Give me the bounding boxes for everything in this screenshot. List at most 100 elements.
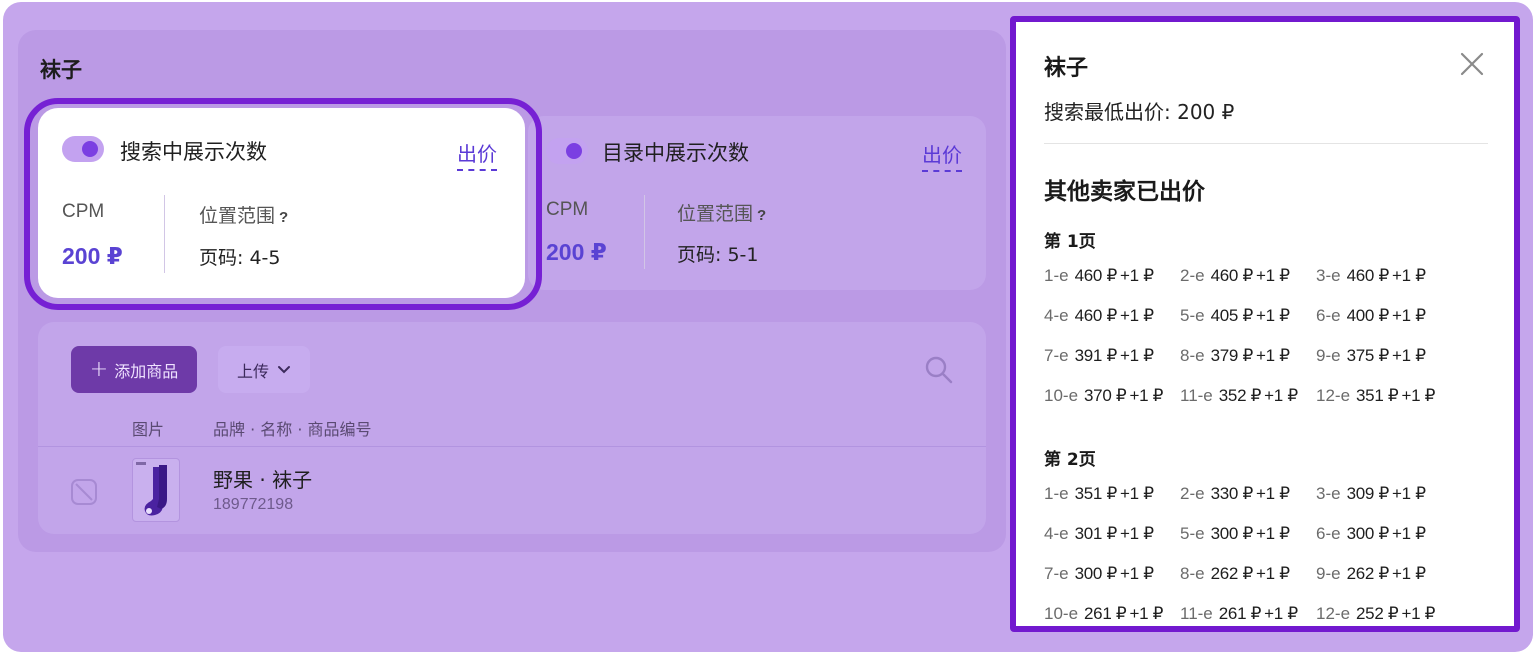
bid-inc: +1 ₽: [1391, 524, 1426, 543]
catalog-toggle[interactable]: [546, 138, 588, 164]
bid-entry[interactable]: 8-e 379 ₽ +1 ₽: [1180, 346, 1290, 366]
bid-amount: 460 ₽: [1074, 266, 1118, 285]
search-icon[interactable]: [924, 355, 954, 385]
bid-inc: +1 ₽: [1119, 484, 1154, 503]
bid-amount: 400 ₽: [1346, 306, 1390, 325]
bid-entry[interactable]: 9-e 375 ₽ +1 ₽: [1316, 346, 1426, 366]
catalog-card-label: 目录中展示次数: [602, 141, 749, 165]
bid-inc: +1 ₽: [1119, 346, 1154, 365]
bid-entry[interactable]: 10-e 261 ₽ +1 ₽: [1044, 604, 1163, 624]
search-position-value: 页码: 4-5: [199, 247, 281, 269]
search-position-label: 位置范围?: [199, 201, 288, 228]
bid-entry[interactable]: 7-e 300 ₽ +1 ₽: [1044, 564, 1154, 584]
bid-amount: 300 ₽: [1346, 524, 1390, 543]
column-header-image: 图片: [132, 420, 165, 439]
chevron-down-icon: [278, 365, 290, 373]
bid-inc: +1 ₽: [1401, 604, 1436, 623]
bid-entry[interactable]: 3-e 309 ₽ +1 ₽: [1316, 484, 1426, 504]
bid-entry[interactable]: 12-e 351 ₽ +1 ₽: [1316, 386, 1435, 406]
search-cpm-label: CPM: [62, 201, 105, 222]
bid-entry[interactable]: 11-e 261 ₽ +1 ₽: [1180, 604, 1298, 624]
search-toggle[interactable]: [62, 136, 104, 162]
bid-amount: 460 ₽: [1346, 266, 1390, 285]
search-divider: [164, 195, 165, 273]
bid-pos: 5-e: [1180, 524, 1205, 543]
product-name[interactable]: 野果 · 袜子: [213, 464, 312, 493]
help-icon[interactable]: ?: [279, 209, 288, 226]
catalog-cpm-label: CPM: [546, 199, 589, 220]
bid-pos: 6-e: [1316, 306, 1341, 325]
bid-amount: 460 ₽: [1210, 266, 1254, 285]
bid-entry[interactable]: 9-e 262 ₽ +1 ₽: [1316, 564, 1426, 584]
bid-entry[interactable]: 8-e 262 ₽ +1 ₽: [1180, 564, 1290, 584]
bid-entry[interactable]: 6-e 300 ₽ +1 ₽: [1316, 524, 1426, 544]
search-bid-link[interactable]: 出价: [457, 138, 497, 171]
bid-entry[interactable]: 7-e 391 ₽ +1 ₽: [1044, 346, 1154, 366]
bid-entry[interactable]: 1-e 351 ₽ +1 ₽: [1044, 484, 1154, 504]
bid-entry[interactable]: 3-e 460 ₽ +1 ₽: [1316, 266, 1426, 286]
bid-amount: 379 ₽: [1210, 346, 1254, 365]
bid-entry[interactable]: 1-e 460 ₽ +1 ₽: [1044, 266, 1154, 286]
bid-amount: 309 ₽: [1346, 484, 1390, 503]
bid-inc: +1 ₽: [1255, 346, 1290, 365]
bid-entry[interactable]: 5-e 300 ₽ +1 ₽: [1180, 524, 1290, 544]
help-icon[interactable]: ?: [757, 207, 766, 224]
bid-inc: +1 ₽: [1255, 484, 1290, 503]
bid-inc: +1 ₽: [1391, 266, 1426, 285]
catalog-position-value: 页码: 5-1: [677, 244, 759, 266]
bid-amount: 252 ₽: [1356, 604, 1399, 623]
checkbox-disabled-icon[interactable]: [70, 478, 98, 506]
plus-icon: +: [89, 357, 109, 382]
search-cpm-value: 200 ₽: [62, 243, 123, 269]
bid-pos: 8-e: [1180, 346, 1205, 365]
sock-image: [136, 462, 167, 516]
bid-entry[interactable]: 2-e 460 ₽ +1 ₽: [1180, 266, 1290, 286]
bid-amount: 301 ₽: [1074, 524, 1118, 543]
bid-amount: 391 ₽: [1074, 346, 1118, 365]
bid-entry[interactable]: 4-e 460 ₽ +1 ₽: [1044, 306, 1154, 326]
bid-amount: 261 ₽: [1218, 604, 1262, 623]
bid-amount: 330 ₽: [1210, 484, 1254, 503]
section-title: 袜子: [40, 58, 82, 82]
column-header-brand: 品牌 · 名称 · 商品编号: [213, 420, 372, 439]
bid-entry[interactable]: 10-e 370 ₽ +1 ₽: [1044, 386, 1163, 406]
bid-inc: +1 ₽: [1119, 266, 1154, 285]
bid-pos: 1-e: [1044, 266, 1069, 285]
bid-entry[interactable]: 2-e 330 ₽ +1 ₽: [1180, 484, 1290, 504]
bid-pos: 1-e: [1044, 484, 1069, 503]
bid-pos: 12-e: [1316, 386, 1351, 405]
bids-drawer: 袜子 搜索最低出价: 200 ₽ 其他卖家已出价 第 1页 1-e 460 ₽ +1…: [1010, 16, 1520, 632]
bid-pos: 12-e: [1316, 604, 1351, 623]
bid-entry[interactable]: 11-e 352 ₽ +1 ₽: [1180, 386, 1298, 406]
bid-amount: 460 ₽: [1074, 306, 1118, 325]
add-product-button[interactable]: + 添加商品: [71, 346, 197, 393]
bid-inc: +1 ₽: [1255, 306, 1290, 325]
search-position-label-text: 位置范围: [199, 206, 276, 227]
bid-pos: 8-e: [1180, 564, 1205, 583]
catalog-cpm-value: 200 ₽: [546, 239, 607, 265]
upload-button[interactable]: 上传: [218, 346, 310, 393]
product-id: 189772198: [213, 496, 294, 513]
bid-pos: 11-e: [1180, 604, 1213, 623]
other-sellers-title: 其他卖家已出价: [1044, 179, 1205, 205]
bid-amount: 261 ₽: [1084, 604, 1127, 623]
bid-inc: +1 ₽: [1255, 524, 1290, 543]
bid-amount: 375 ₽: [1346, 346, 1390, 365]
bid-amount: 405 ₽: [1210, 306, 1254, 325]
bid-inc: +1 ₽: [1119, 306, 1154, 325]
catalog-position-label-text: 位置范围: [677, 204, 754, 225]
bid-entry[interactable]: 4-e 301 ₽ +1 ₽: [1044, 524, 1154, 544]
min-bid-text: 搜索最低出价: 200 ₽: [1044, 100, 1235, 124]
bid-amount: 262 ₽: [1210, 564, 1254, 583]
bid-pos: 9-e: [1316, 346, 1341, 365]
close-icon[interactable]: [1458, 50, 1486, 78]
bid-entry[interactable]: 6-e 400 ₽ +1 ₽: [1316, 306, 1426, 326]
catalog-divider: [644, 195, 645, 269]
bid-pos: 5-e: [1180, 306, 1205, 325]
drawer-title: 袜子: [1044, 56, 1089, 81]
catalog-bid-link[interactable]: 出价: [922, 139, 962, 172]
bid-entry[interactable]: 5-e 405 ₽ +1 ₽: [1180, 306, 1290, 326]
bid-inc: +1 ₽: [1255, 564, 1290, 583]
bid-entry[interactable]: 12-e 252 ₽ +1 ₽: [1316, 604, 1435, 624]
bid-inc: +1 ₽: [1264, 604, 1298, 623]
